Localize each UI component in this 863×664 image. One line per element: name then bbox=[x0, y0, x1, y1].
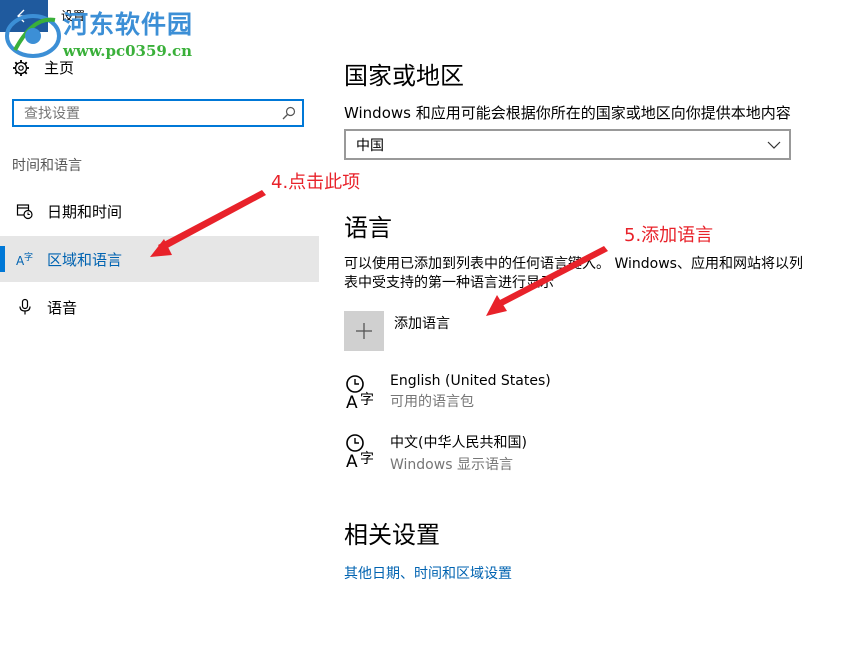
annotation-arrows bbox=[150, 190, 608, 316]
annotation-arrow-icon bbox=[150, 190, 266, 257]
annotation-arrow-icon bbox=[486, 246, 608, 316]
